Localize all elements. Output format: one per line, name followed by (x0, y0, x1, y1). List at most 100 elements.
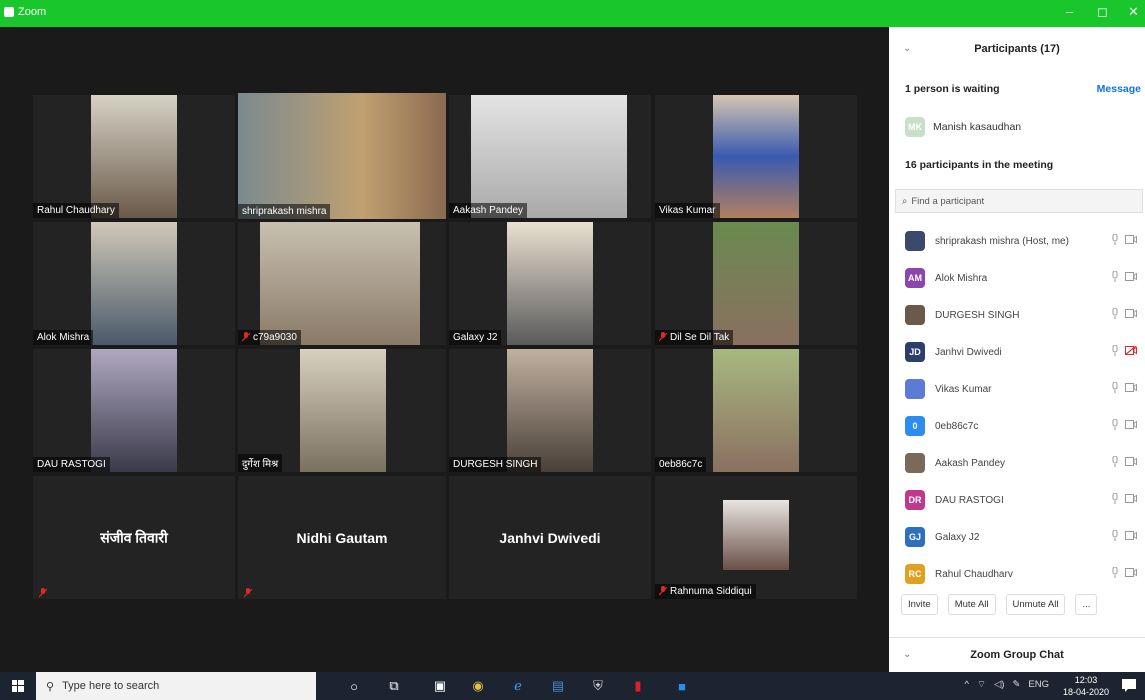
video-tile[interactable]: Rahul Chaudhary (33, 95, 235, 218)
video-off-icon[interactable] (1124, 345, 1137, 358)
more-options-button[interactable]: ... (1075, 594, 1098, 615)
mic-icon[interactable] (1111, 270, 1119, 285)
video-tile[interactable]: Aakash Pandey (449, 95, 651, 218)
participant-row-name: Rahul Chaudharv (935, 568, 1013, 580)
taskbar-clock[interactable]: 12:03 18-04-2020 (1063, 674, 1109, 698)
muted-mic-icon (659, 332, 667, 342)
mute-all-button[interactable]: Mute All (947, 594, 996, 615)
participant-row[interactable]: GJ Galaxy J2 (889, 519, 1145, 555)
video-tile-no-video[interactable]: Nidhi Gautam (238, 476, 446, 599)
avatar: MK (905, 117, 925, 137)
notification-icon[interactable] (1121, 677, 1137, 693)
mic-icon[interactable] (1111, 455, 1119, 470)
mic-icon[interactable] (1111, 233, 1119, 248)
video-tile-no-video[interactable]: संजीव तिवारी (33, 476, 235, 599)
mic-icon[interactable] (1111, 344, 1119, 359)
group-chat-title: Zoom Group Chat (970, 649, 1064, 661)
participant-video (300, 349, 386, 472)
video-tile[interactable]: Alok Mishra (33, 222, 235, 345)
participant-row[interactable]: shriprakash mishra (Host, me) (889, 223, 1145, 259)
avatar: AM (905, 268, 925, 288)
participant-status-icons (1111, 566, 1137, 581)
netflix-icon[interactable]: ▮ (628, 676, 648, 696)
security-icon[interactable]: ⛨ (588, 676, 608, 696)
file-explorer-icon[interactable]: ▣ (430, 676, 450, 696)
network-icon[interactable]: ⌔ (977, 679, 986, 690)
cortana-icon[interactable]: ○ (344, 676, 364, 696)
minimize-button[interactable]: – (1066, 4, 1073, 19)
unmute-all-button[interactable]: Unmute All (1005, 594, 1066, 615)
taskbar-search-input[interactable]: ⚲ Type here to search (36, 672, 316, 700)
video-tile[interactable]: Vikas Kumar (655, 95, 857, 218)
video-tile-active-speaker[interactable]: shriprakash mishra (238, 93, 446, 219)
participant-name: Rahul Chaudhary (33, 203, 119, 218)
participant-row[interactable]: DR DAU RASTOGI (889, 482, 1145, 518)
participant-row-name: Aakash Pandey (935, 457, 1006, 469)
language-indicator[interactable]: ENG (1028, 679, 1049, 690)
store-icon[interactable]: ▤ (548, 676, 568, 696)
participant-name: 0eb86c7c (655, 457, 707, 472)
avatar: GJ (905, 527, 925, 547)
volume-icon[interactable]: ◁) (994, 679, 1004, 690)
mic-icon[interactable] (1111, 381, 1119, 396)
find-participant-input[interactable]: ⌕ Find a participant (895, 189, 1143, 213)
close-button[interactable]: ✕ (1128, 4, 1139, 20)
windows-start-icon[interactable] (0, 672, 36, 700)
video-camera-icon[interactable] (1125, 383, 1137, 395)
pen-icon[interactable]: ✎ (1012, 679, 1020, 690)
video-camera-icon[interactable] (1125, 457, 1137, 469)
video-tile[interactable]: DURGESH SINGH (449, 349, 651, 472)
edge-icon[interactable]: ℯ (508, 676, 528, 696)
waiting-participant[interactable]: MK Manish kasaudhan (905, 117, 1021, 137)
video-tile[interactable]: दुर्गेश मिश्र (238, 349, 446, 472)
zoom-taskbar-icon[interactable]: ■ (672, 676, 692, 696)
mic-icon[interactable] (1111, 566, 1119, 581)
mic-icon[interactable] (1111, 307, 1119, 322)
video-camera-icon[interactable] (1125, 309, 1137, 321)
participant-row-name: DAU RASTOGI (935, 494, 1004, 506)
avatar: JD (905, 342, 925, 362)
participant-row[interactable]: DURGESH SINGH (889, 297, 1145, 333)
maximize-button[interactable]: ◻ (1097, 4, 1108, 20)
show-hidden-icons-icon[interactable]: ^ (965, 679, 969, 690)
video-camera-icon[interactable] (1125, 420, 1137, 432)
participant-row[interactable]: JD Janhvi Dwivedi (889, 334, 1145, 370)
chrome-icon[interactable]: ◉ (468, 676, 488, 696)
participant-name: Alok Mishra (33, 330, 94, 345)
participant-row-name: Galaxy J2 (935, 531, 980, 543)
muted-mic-icon (242, 332, 250, 342)
participant-row[interactable]: Vikas Kumar (889, 371, 1145, 407)
video-tile[interactable]: Galaxy J2 (449, 222, 651, 345)
mic-icon[interactable] (1111, 492, 1119, 507)
mic-icon[interactable] (1111, 418, 1119, 433)
video-tile[interactable]: c79a9030 (238, 222, 446, 345)
video-tile[interactable]: DAU RASTOGI (33, 349, 235, 472)
video-tile[interactable]: Rahnuma Siddiqui (655, 476, 857, 599)
message-waiting-button[interactable]: Message (1097, 83, 1141, 95)
participant-name: c79a9030 (238, 330, 301, 345)
invite-button[interactable]: Invite (901, 594, 938, 615)
avatar: RC (905, 564, 925, 584)
participant-row[interactable]: RC Rahul Chaudharv (889, 556, 1145, 592)
video-camera-icon[interactable] (1125, 494, 1137, 506)
participant-name: दुर्गेश मिश्र (238, 454, 283, 472)
group-chat-header[interactable]: ⌄ Zoom Group Chat (889, 637, 1145, 672)
video-camera-icon[interactable] (1125, 568, 1137, 580)
participant-row[interactable]: Aakash Pandey (889, 445, 1145, 481)
video-camera-icon[interactable] (1125, 531, 1137, 543)
zoom-logo-icon (4, 7, 14, 17)
participant-name: Vikas Kumar (655, 203, 720, 218)
video-tile[interactable]: 0eb86c7c (655, 349, 857, 472)
task-view-icon[interactable]: ⧉ (384, 676, 404, 696)
participant-name: Nidhi Gautam (296, 529, 388, 546)
participant-status-icons (1111, 233, 1137, 248)
participant-row[interactable]: 0 0eb86c7c (889, 408, 1145, 444)
participant-actions: Invite Mute All Unmute All ... (901, 594, 1098, 615)
video-camera-icon[interactable] (1125, 272, 1137, 284)
video-camera-icon[interactable] (1125, 235, 1137, 247)
participant-video (91, 222, 177, 345)
participant-row[interactable]: AM Alok Mishra (889, 260, 1145, 296)
mic-icon[interactable] (1111, 529, 1119, 544)
video-tile[interactable]: Dil Se Dil Tak (655, 222, 857, 345)
video-tile-no-video[interactable]: Janhvi Dwivedi (449, 476, 651, 599)
